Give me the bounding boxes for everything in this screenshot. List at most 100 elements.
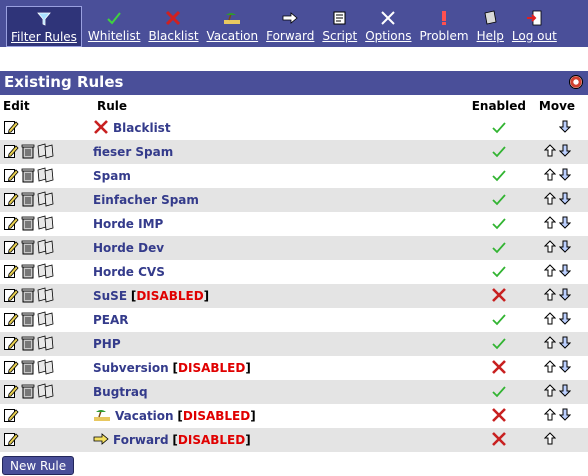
copy-icon[interactable] <box>37 334 55 354</box>
delete-icon[interactable] <box>21 167 35 186</box>
copy-icon[interactable] <box>37 142 55 162</box>
delete-icon[interactable] <box>21 215 35 234</box>
delete-icon[interactable] <box>21 143 35 162</box>
move-down-icon[interactable] <box>558 168 571 184</box>
move-down-icon[interactable] <box>558 408 571 424</box>
menu-options[interactable]: Options <box>361 0 415 47</box>
help-ring-icon[interactable] <box>568 74 584 90</box>
copy-icon[interactable] <box>37 166 55 186</box>
rule-link[interactable]: Horde CVS <box>93 265 165 279</box>
enabled-check-icon[interactable] <box>491 216 507 233</box>
edit-icon[interactable] <box>3 407 19 426</box>
move-down-icon[interactable] <box>558 240 571 256</box>
menu-script[interactable]: Script <box>318 0 361 47</box>
move-up-icon[interactable] <box>543 432 556 448</box>
delete-icon[interactable] <box>21 191 35 210</box>
enabled-check-icon[interactable] <box>491 384 507 401</box>
edit-icon[interactable] <box>3 119 19 138</box>
enabled-check-icon[interactable] <box>491 336 507 353</box>
move-up-icon[interactable] <box>543 288 556 304</box>
enabled-check-icon[interactable] <box>491 192 507 209</box>
delete-icon[interactable] <box>21 239 35 258</box>
rule-link[interactable]: Spam <box>93 169 131 183</box>
disabled-x-icon[interactable] <box>491 407 507 426</box>
move-up-icon[interactable] <box>543 336 556 352</box>
rule-link[interactable]: Einfacher Spam <box>93 193 199 207</box>
move-up-icon[interactable] <box>543 240 556 256</box>
edit-icon[interactable] <box>3 359 19 378</box>
enabled-check-icon[interactable] <box>491 264 507 281</box>
rule-link[interactable]: fieser Spam <box>93 145 173 159</box>
edit-icon[interactable] <box>3 239 19 258</box>
rule-link[interactable]: Bugtraq <box>93 385 148 399</box>
delete-icon[interactable] <box>21 287 35 306</box>
delete-icon[interactable] <box>21 263 35 282</box>
enabled-check-icon[interactable] <box>491 312 507 329</box>
rule-link[interactable]: SuSE <box>93 289 127 303</box>
move-up-icon[interactable] <box>543 360 556 376</box>
edit-icon[interactable] <box>3 167 19 186</box>
move-down-icon[interactable] <box>558 360 571 376</box>
rule-link[interactable]: Blacklist <box>113 121 171 135</box>
rule-link[interactable]: Forward <box>113 433 169 447</box>
move-down-icon[interactable] <box>558 336 571 352</box>
move-up-icon[interactable] <box>543 216 556 232</box>
edit-icon[interactable] <box>3 287 19 306</box>
move-down-icon[interactable] <box>558 384 571 400</box>
move-up-icon[interactable] <box>543 384 556 400</box>
delete-icon[interactable] <box>21 383 35 402</box>
menu-logout[interactable]: Log out <box>508 0 561 47</box>
move-up-icon[interactable] <box>543 168 556 184</box>
menu-forward[interactable]: Forward <box>262 0 318 47</box>
move-up-icon[interactable] <box>543 312 556 328</box>
disabled-x-icon[interactable] <box>491 431 507 450</box>
move-down-icon[interactable] <box>558 264 571 280</box>
move-down-icon[interactable] <box>558 288 571 304</box>
move-up-icon[interactable] <box>543 144 556 160</box>
copy-icon[interactable] <box>37 382 55 402</box>
enabled-check-icon[interactable] <box>491 144 507 161</box>
new-rule-button[interactable]: New Rule <box>2 456 75 475</box>
copy-icon[interactable] <box>37 238 55 258</box>
copy-icon[interactable] <box>37 262 55 282</box>
rule-link[interactable]: PHP <box>93 337 121 351</box>
edit-icon[interactable] <box>3 191 19 210</box>
delete-icon[interactable] <box>21 335 35 354</box>
enabled-check-icon[interactable] <box>491 120 507 137</box>
rule-link[interactable]: Horde IMP <box>93 217 163 231</box>
edit-icon[interactable] <box>3 335 19 354</box>
edit-icon[interactable] <box>3 143 19 162</box>
copy-icon[interactable] <box>37 358 55 378</box>
copy-icon[interactable] <box>37 190 55 210</box>
menu-help[interactable]: Help <box>473 0 508 47</box>
edit-icon[interactable] <box>3 263 19 282</box>
rule-link[interactable]: Horde Dev <box>93 241 164 255</box>
edit-icon[interactable] <box>3 431 19 450</box>
menu-problem[interactable]: Problem <box>416 0 473 47</box>
move-down-icon[interactable] <box>558 312 571 328</box>
move-up-icon[interactable] <box>543 408 556 424</box>
menu-vacation[interactable]: Vacation <box>203 0 263 47</box>
copy-icon[interactable] <box>37 286 55 306</box>
move-down-icon[interactable] <box>558 120 571 136</box>
copy-icon[interactable] <box>37 310 55 330</box>
edit-icon[interactable] <box>3 311 19 330</box>
move-down-icon[interactable] <box>558 216 571 232</box>
enabled-check-icon[interactable] <box>491 168 507 185</box>
edit-icon[interactable] <box>3 215 19 234</box>
delete-icon[interactable] <box>21 311 35 330</box>
move-down-icon[interactable] <box>558 192 571 208</box>
delete-icon[interactable] <box>21 359 35 378</box>
rule-link[interactable]: PEAR <box>93 313 129 327</box>
disabled-x-icon[interactable] <box>491 287 507 306</box>
enabled-check-icon[interactable] <box>491 240 507 257</box>
copy-icon[interactable] <box>37 214 55 234</box>
rule-link[interactable]: Vacation <box>115 409 174 423</box>
menu-whitelist[interactable]: Whitelist <box>84 0 145 47</box>
move-up-icon[interactable] <box>543 264 556 280</box>
move-up-icon[interactable] <box>543 192 556 208</box>
rule-link[interactable]: Subversion <box>93 361 169 375</box>
move-down-icon[interactable] <box>558 144 571 160</box>
menu-filter-rules[interactable]: Filter Rules <box>6 6 82 47</box>
menu-blacklist[interactable]: Blacklist <box>144 0 202 47</box>
